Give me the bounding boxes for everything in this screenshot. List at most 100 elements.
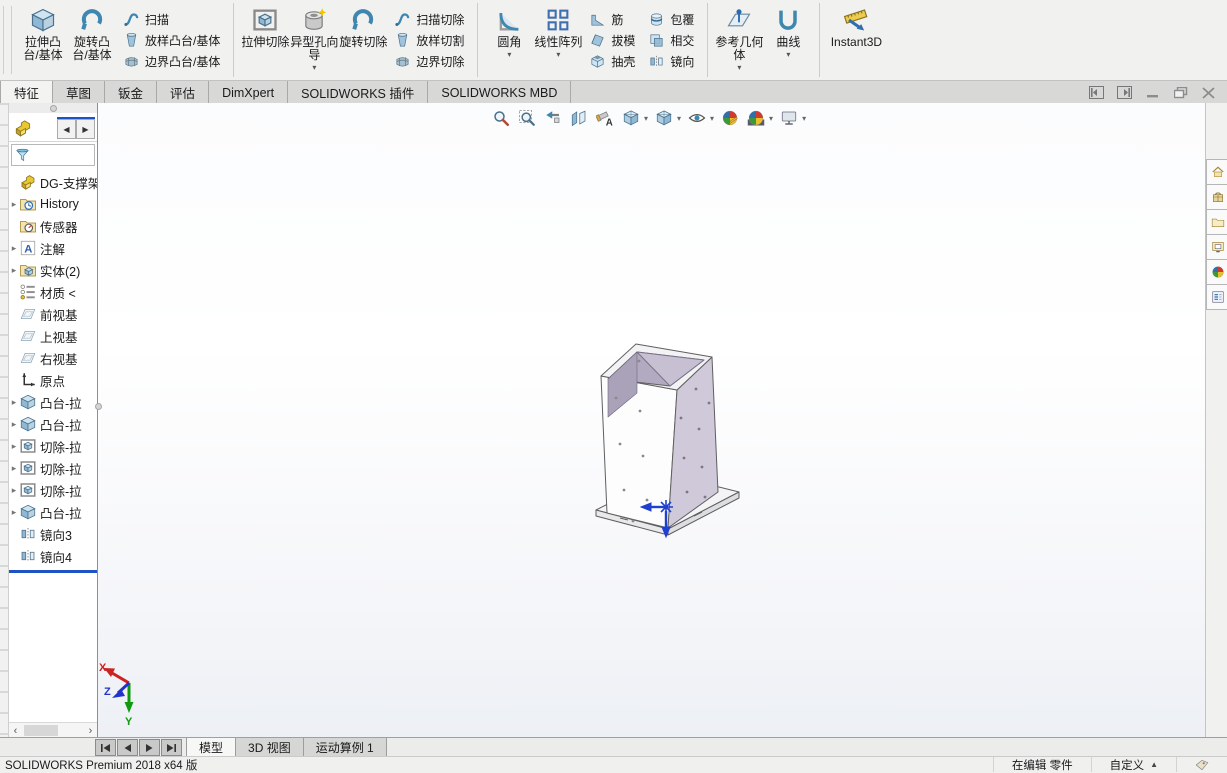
extruded-boss-button[interactable]: 拉伸凸台/基体 <box>19 3 67 78</box>
wrap-button[interactable]: 包覆 <box>645 10 697 29</box>
first-tab-icon[interactable] <box>95 739 116 756</box>
instant3d-button[interactable]: Instant3D <box>827 3 885 78</box>
expand-arrow-icon[interactable]: ▸ <box>9 441 19 452</box>
expand-arrow-icon[interactable]: ▸ <box>9 397 19 408</box>
mirror-button[interactable]: 镜向 <box>645 52 697 71</box>
scroll-right-icon[interactable]: › <box>84 725 97 737</box>
tree-item-top-plane[interactable]: 上视基 <box>9 325 97 347</box>
scroll-left-icon[interactable]: ‹ <box>9 725 22 737</box>
fillet-button[interactable]: 圆角 ▾ <box>485 3 533 78</box>
hole-wizard-button[interactable]: 异型孔向导 ▾ <box>290 3 338 78</box>
expand-arrow-icon[interactable]: ▸ <box>9 463 19 474</box>
tab-features[interactable]: 特征 <box>0 81 53 104</box>
custom-dropdown[interactable]: 自定义 ▲ <box>1092 757 1176 773</box>
tab-solidworks-mbd[interactable]: SOLIDWORKS MBD <box>428 81 571 104</box>
draft-button[interactable]: 拔模 <box>586 31 638 50</box>
panel-horizontal-scrollbar[interactable]: ‹ › <box>9 722 97 738</box>
last-tab-icon[interactable] <box>161 739 182 756</box>
collapse-pane-left-icon[interactable] <box>1088 85 1105 100</box>
solidworks-resources-tab[interactable] <box>1206 159 1227 185</box>
3d-views-tab[interactable]: 3D 视图 <box>236 738 304 757</box>
plane-icon <box>19 349 37 367</box>
revolved-cut-button[interactable]: 旋转切除 <box>339 3 387 78</box>
intersect-button[interactable]: 相交 <box>645 31 697 50</box>
tree-item-solid-bodies[interactable]: ▸ 实体(2) <box>9 259 97 281</box>
graphics-viewport[interactable]: ▾ ▾ ▾ ▾ ▾ <box>98 103 1205 738</box>
tree-item-mirror4[interactable]: 镜向4 <box>9 545 97 567</box>
dropdown-arrow-icon[interactable]: ▾ <box>312 63 316 72</box>
cut-extrude-icon <box>19 481 37 499</box>
tag-button[interactable] <box>1177 759 1227 771</box>
tree-item-sensors[interactable]: 传感器 <box>9 215 97 237</box>
tree-item-mirror3[interactable]: 镜向3 <box>9 523 97 545</box>
expand-arrow-icon[interactable]: ▸ <box>9 485 19 496</box>
reference-geometry-button[interactable]: 参考几何体 ▾ <box>715 3 763 78</box>
tree-item-history[interactable]: ▸ History <box>9 193 97 215</box>
linear-pattern-button[interactable]: 线性阵列 ▾ <box>534 3 582 78</box>
tab-sheet-metal[interactable]: 钣金 <box>105 81 157 104</box>
expand-arrow-icon[interactable]: ▸ <box>9 265 19 276</box>
boundary-boss-button[interactable]: 边界凸台/基体 <box>120 52 223 71</box>
revolved-boss-button[interactable]: 旋转凸台/基体 <box>68 3 116 78</box>
dropdown-arrow-icon[interactable]: ▾ <box>786 50 790 59</box>
swept-cut-button[interactable]: 扫描切除 <box>391 10 467 29</box>
tree-item-origin[interactable]: 原点 <box>9 369 97 391</box>
tree-item-cut-extrude[interactable]: ▸ 切除-拉 <box>9 435 97 457</box>
splitter-handle[interactable] <box>95 403 102 410</box>
dropdown-arrow-icon[interactable]: ▾ <box>507 50 511 59</box>
custom-properties-tab[interactable] <box>1206 284 1227 310</box>
rib-button[interactable]: 筋 <box>586 10 638 29</box>
boundary-cut-button[interactable]: 边界切除 <box>391 52 467 71</box>
tree-item-right-plane[interactable]: 右视基 <box>9 347 97 369</box>
panel-tab-bar: ◀ ▶ <box>9 113 97 142</box>
close-icon[interactable] <box>1200 85 1217 100</box>
expand-arrow-icon[interactable]: ▸ <box>9 507 19 518</box>
tree-item-boss-extrude[interactable]: ▸ 凸台-拉 <box>9 413 97 435</box>
view-palette-tab[interactable] <box>1206 234 1227 260</box>
tree-item-material[interactable]: 材质 < <box>9 281 97 303</box>
tree-item-front-plane[interactable]: 前视基 <box>9 303 97 325</box>
dropdown-arrow-icon[interactable]: ▾ <box>556 50 560 59</box>
collapse-pane-right-icon[interactable] <box>1116 85 1133 100</box>
status-right: 在编辑 零件 自定义 ▲ <box>993 757 1227 772</box>
restore-icon[interactable] <box>1172 85 1189 100</box>
tree-filter-box[interactable] <box>11 144 95 166</box>
tree-item-annotations[interactable]: ▸ 注解 <box>9 237 97 259</box>
expand-arrow-icon[interactable]: ▸ <box>9 199 19 210</box>
tree-root-part[interactable]: DG-支撑架 <box>9 171 97 193</box>
dropdown-arrow-icon[interactable]: ▾ <box>737 63 741 72</box>
appearances-scenes-tab[interactable] <box>1206 259 1227 285</box>
minimize-icon[interactable] <box>1144 85 1161 100</box>
motion-study-tab[interactable]: 运动算例 1 <box>304 738 387 757</box>
previous-tab-icon[interactable] <box>117 739 138 756</box>
tab-solidworks-addins[interactable]: SOLIDWORKS 插件 <box>288 81 428 104</box>
expand-arrow-icon[interactable]: ▸ <box>9 243 19 254</box>
ribbon-separator <box>707 3 708 77</box>
tree-item-boss-extrude[interactable]: ▸ 凸台-拉 <box>9 501 97 523</box>
up-arrow-icon: ▲ <box>1150 760 1158 769</box>
tree-item-boss-extrude[interactable]: ▸ 凸台-拉 <box>9 391 97 413</box>
panel-tabs-prev-icon[interactable]: ◀ <box>57 119 76 139</box>
model-tab[interactable]: 模型 <box>186 738 236 757</box>
sweep-button[interactable]: 扫描 <box>120 10 223 29</box>
design-library-tab[interactable] <box>1206 184 1227 210</box>
featuremanager-tab-icon[interactable] <box>13 118 33 138</box>
panel-tabs-next-icon[interactable]: ▶ <box>76 119 95 139</box>
lofted-boss-button[interactable]: 放样凸台/基体 <box>120 31 223 50</box>
tab-dimxpert[interactable]: DimXpert <box>209 81 288 104</box>
expand-arrow-icon[interactable]: ▸ <box>9 419 19 430</box>
tab-sketch[interactable]: 草图 <box>53 81 105 104</box>
scrollbar-thumb[interactable] <box>24 725 58 736</box>
panel-collapse-handle[interactable] <box>9 103 97 113</box>
boss-extrude-icon <box>29 6 57 34</box>
next-tab-icon[interactable] <box>139 739 160 756</box>
rollback-bar[interactable] <box>9 570 97 573</box>
tree-item-cut-extrude[interactable]: ▸ 切除-拉 <box>9 479 97 501</box>
tab-evaluate[interactable]: 评估 <box>157 81 209 104</box>
shell-button[interactable]: 抽壳 <box>586 52 638 71</box>
tree-item-cut-extrude[interactable]: ▸ 切除-拉 <box>9 457 97 479</box>
file-explorer-tab[interactable] <box>1206 209 1227 235</box>
curves-button[interactable]: 曲线 ▾ <box>764 3 812 78</box>
lofted-cut-button[interactable]: 放样切割 <box>391 31 467 50</box>
extruded-cut-button[interactable]: 拉伸切除 <box>241 3 289 78</box>
